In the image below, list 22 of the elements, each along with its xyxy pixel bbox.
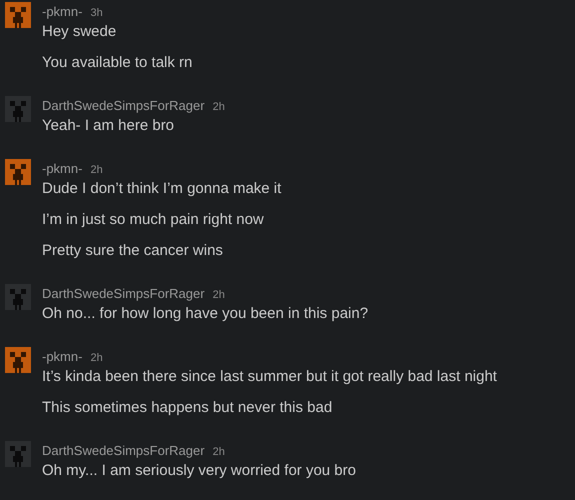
message-time: 2h xyxy=(212,100,225,115)
message-text: You available to talk rn xyxy=(42,53,192,73)
author-name: -pkmn- xyxy=(42,161,82,177)
message-text: Oh no... for how long have you been in this pain? xyxy=(42,304,368,324)
message-time: 2h xyxy=(212,445,225,460)
message-time: 2h xyxy=(212,288,225,303)
message-text: Dude I don’t think I’m gonna make it xyxy=(42,179,282,199)
author-name: DarthSwedeSimpsForRager xyxy=(42,286,205,302)
message-text: I’m in just so much pain right now xyxy=(42,210,265,230)
author-name: -pkmn- xyxy=(42,349,82,365)
message-text: Pretty sure the cancer wins xyxy=(42,241,224,261)
author-name: DarthSwedeSimpsForRager xyxy=(42,98,205,114)
message-text: Yeah- I am here bro xyxy=(42,116,176,136)
message-time: 2h xyxy=(90,351,103,366)
message-text: This sometimes happens but never this bad xyxy=(42,398,334,418)
message-time: 2h xyxy=(90,163,103,178)
message-text: Hey swede xyxy=(42,22,118,42)
message-time: 3h xyxy=(90,6,103,21)
message-text: Oh my... I am seriously very worried for you bro xyxy=(42,461,356,481)
author-name: DarthSwedeSimpsForRager xyxy=(42,443,205,459)
message-text: It’s kinda been there since last summer but it got really bad last night xyxy=(42,367,497,387)
author-name: -pkmn- xyxy=(42,4,82,20)
